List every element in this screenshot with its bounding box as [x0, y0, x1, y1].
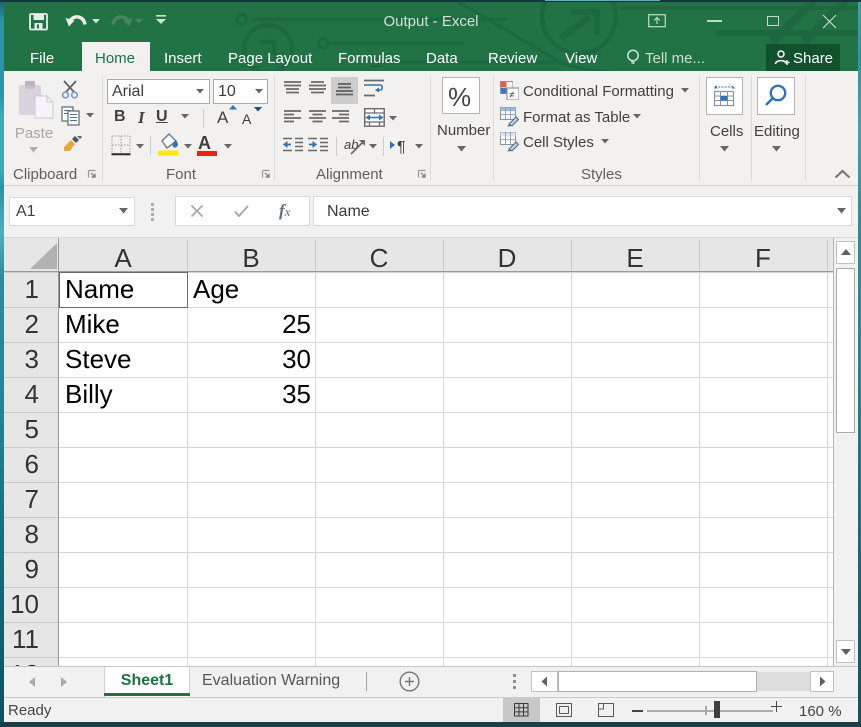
- svg-text:¶: ¶: [397, 139, 406, 154]
- svg-text:≠: ≠: [509, 90, 515, 100]
